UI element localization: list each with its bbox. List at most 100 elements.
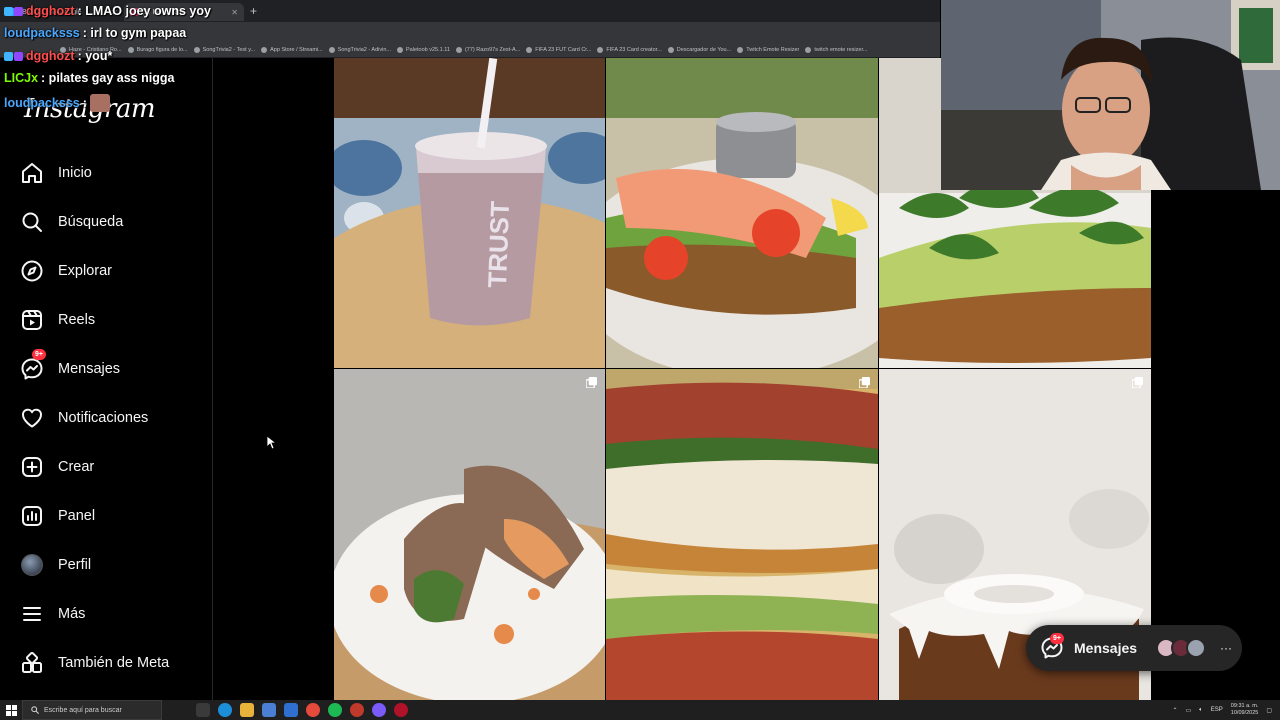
bookmark-label: Twitch Emote Resizer bbox=[746, 46, 800, 53]
taskbar-apps bbox=[196, 703, 408, 717]
post-tile[interactable] bbox=[334, 369, 605, 700]
bookmark-icon bbox=[737, 46, 744, 53]
sidebar-item-label: También de Meta bbox=[58, 655, 170, 671]
network-icon[interactable]: ▭ bbox=[1186, 707, 1192, 714]
address-bar[interactable] bbox=[0, 22, 940, 42]
post-image bbox=[606, 58, 878, 368]
bookmark-label: FIFA 23 Card creator... bbox=[606, 46, 662, 53]
more-options-icon[interactable]: ··· bbox=[1220, 641, 1232, 655]
bookmark-icon bbox=[60, 46, 66, 53]
sidebar-item-notificaciones[interactable]: Notificaciones bbox=[20, 404, 148, 432]
tab-label: (9) Instagram bbox=[142, 8, 184, 16]
bookmark[interactable]: twitch emote resizer... bbox=[805, 46, 868, 53]
bookmark[interactable]: Haze - Cristiano Ro... bbox=[60, 46, 122, 53]
avatar bbox=[1186, 638, 1207, 658]
meta-apps-icon bbox=[20, 651, 44, 675]
instagram-favicon-icon bbox=[130, 8, 138, 16]
app-icon[interactable] bbox=[372, 703, 386, 717]
system-tray: ⌃ ▭ 🔈︎ ESP 09:31 a. m. 10/09/2025 ▢ bbox=[1172, 700, 1272, 720]
notification-badge: 9+ bbox=[32, 349, 46, 360]
bookmark-label: Haze - Cristiano Ro... bbox=[69, 46, 122, 53]
chrome-icon[interactable] bbox=[306, 703, 320, 717]
compass-icon bbox=[20, 259, 44, 283]
search-placeholder: Escribe aquí para buscar bbox=[44, 706, 122, 714]
sidebar-item-label: Búsqueda bbox=[58, 214, 124, 230]
browser-tab-bar: Buscar con Google ✕ (9) Instagram ✕ + bbox=[0, 0, 940, 22]
bookmark-icon bbox=[597, 46, 604, 53]
bookmark-label: FIFA 23 FUT Card Cr... bbox=[535, 46, 592, 53]
sidebar-item-label: Crear bbox=[58, 459, 95, 475]
notifications-icon[interactable]: ▢ bbox=[1266, 707, 1272, 714]
bookmark-label: twitch emote resizer... bbox=[814, 46, 868, 53]
sidebar-item-explorar[interactable]: Explorar bbox=[20, 257, 112, 285]
file-explorer-icon[interactable] bbox=[240, 703, 254, 717]
bookmark[interactable]: Burago figura de lo... bbox=[127, 46, 188, 53]
instagram-logo[interactable]: Instagram bbox=[24, 94, 156, 124]
tab-google[interactable]: Buscar con Google ✕ bbox=[4, 3, 124, 21]
spotify-icon[interactable] bbox=[328, 703, 342, 717]
sidebar-item-label: Perfil bbox=[58, 557, 92, 573]
bookmark[interactable]: Paletoob v25.1.11 bbox=[397, 46, 450, 53]
tab-instagram[interactable]: (9) Instagram ✕ bbox=[124, 3, 244, 21]
edge-icon[interactable] bbox=[218, 703, 232, 717]
carousel-icon bbox=[859, 377, 870, 388]
screen: Buscar con Google ✕ (9) Instagram ✕ + Ha… bbox=[0, 0, 1280, 720]
close-tab-icon[interactable]: ✕ bbox=[111, 8, 118, 17]
post-image: TRUST bbox=[334, 58, 605, 368]
windows-logo-icon bbox=[5, 704, 17, 716]
plus-square-icon bbox=[20, 455, 44, 479]
home-icon bbox=[20, 161, 44, 185]
bookmark-label: (77) Razo97s Zest-A... bbox=[464, 46, 521, 53]
clock[interactable]: 09:31 a. m. 10/09/2025 bbox=[1231, 703, 1259, 717]
task-view-icon[interactable] bbox=[196, 703, 210, 717]
webcam-overlay bbox=[941, 0, 1280, 190]
language-indicator[interactable]: ESP bbox=[1211, 707, 1223, 713]
sidebar-item-mas[interactable]: Más bbox=[20, 600, 85, 628]
taskbar-search-input[interactable]: Escribe aquí para buscar bbox=[22, 700, 162, 720]
sidebar-item-perfil[interactable]: Perfil bbox=[20, 551, 91, 579]
post-tile[interactable] bbox=[606, 369, 878, 700]
bookmark[interactable]: Twitch Emote Resizer bbox=[737, 46, 800, 53]
sidebar-item-label: Notificaciones bbox=[58, 410, 149, 426]
post-tile[interactable] bbox=[606, 58, 878, 368]
obs-icon[interactable] bbox=[350, 703, 364, 717]
sidebar-item-crear[interactable]: Crear bbox=[20, 453, 94, 481]
sidebar-item-mensajes[interactable]: 9+ Mensajes bbox=[20, 349, 120, 383]
sidebar-item-tambien-de-meta[interactable]: También de Meta bbox=[20, 649, 169, 677]
start-button[interactable] bbox=[0, 700, 22, 720]
google-favicon-icon bbox=[10, 8, 18, 16]
reels-icon bbox=[20, 308, 44, 332]
sidebar-item-panel[interactable]: Panel bbox=[20, 502, 95, 530]
store-icon[interactable] bbox=[262, 703, 276, 717]
sidebar-item-label: Explorar bbox=[58, 263, 112, 279]
messages-floating-button[interactable]: 9+ Mensajes ··· bbox=[1026, 625, 1242, 671]
mail-icon[interactable] bbox=[284, 703, 298, 717]
bookmark[interactable]: FIFA 23 FUT Card Cr... bbox=[526, 46, 592, 53]
chevron-up-icon[interactable]: ⌃ bbox=[1172, 707, 1177, 714]
sidebar-item-reels[interactable]: Reels bbox=[20, 306, 95, 334]
bookmark[interactable]: Descargador de You... bbox=[667, 46, 732, 53]
bookmark[interactable]: SongTrivia2 - Test y... bbox=[193, 46, 255, 53]
messages-button-label: Mensajes bbox=[1074, 640, 1138, 656]
search-icon bbox=[20, 210, 44, 234]
bookmark-icon bbox=[127, 46, 134, 53]
volume-icon[interactable]: 🔈︎ bbox=[1199, 707, 1203, 714]
bookmark-icon bbox=[193, 46, 200, 53]
bookmark-label: Descargador de You... bbox=[676, 46, 732, 53]
clock-date: 10/09/2025 bbox=[1230, 710, 1259, 716]
mouse-cursor-icon bbox=[267, 436, 277, 450]
bookmark[interactable]: App Store / Streami... bbox=[261, 46, 323, 53]
bookmark[interactable]: (77) Razo97s Zest-A... bbox=[455, 46, 521, 53]
bookmark-label: Paletoob v25.1.11 bbox=[406, 46, 450, 53]
bookmark[interactable]: FIFA 23 Card creator... bbox=[597, 46, 662, 53]
cup-text: TRUST bbox=[482, 200, 515, 288]
post-tile[interactable]: TRUST bbox=[334, 58, 605, 368]
sidebar-item-busqueda[interactable]: Búsqueda bbox=[20, 208, 123, 236]
carousel-icon bbox=[1132, 377, 1143, 388]
bookmark[interactable]: SongTrivia2 - Adivin... bbox=[328, 46, 391, 53]
close-tab-icon[interactable]: ✕ bbox=[231, 8, 238, 17]
sidebar-item-inicio[interactable]: Inicio bbox=[20, 159, 92, 187]
app-icon[interactable] bbox=[394, 703, 408, 717]
new-tab-button[interactable]: + bbox=[250, 4, 257, 18]
post-image bbox=[334, 369, 605, 700]
